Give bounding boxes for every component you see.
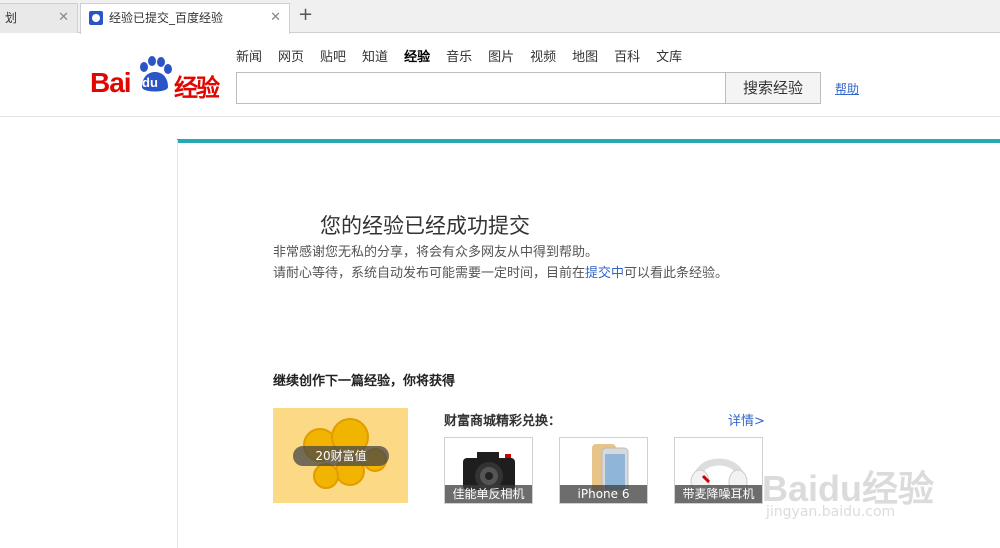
- mall-details-link[interactable]: 详情>: [728, 410, 765, 429]
- product-caption: 带麦降噪耳机: [675, 485, 762, 503]
- reward-banner[interactable]: 20财富值: [273, 408, 408, 503]
- logo-du-text: du: [142, 75, 158, 90]
- product-card-camera[interactable]: 佳能单反相机: [444, 437, 533, 504]
- nav-item-music[interactable]: 音乐: [446, 46, 472, 65]
- continue-heading: 继续创作下一篇经验，你将获得: [273, 374, 456, 389]
- nav-item-news[interactable]: 新闻: [236, 46, 262, 65]
- wait-text: 请耐心等待，系统自动发布可能需要一定时间，目前在提交中可以看此条经验。: [273, 262, 728, 281]
- product-card-iphone[interactable]: iPhone 6: [559, 437, 648, 504]
- logo-bai-text: Bai: [90, 67, 132, 98]
- wait-text-prefix: 请耐心等待，系统自动发布可能需要一定时间，目前在: [273, 266, 586, 281]
- paw-favicon-icon: [89, 11, 103, 25]
- product-card-headphones[interactable]: 带麦降噪耳机: [674, 437, 763, 504]
- page-title: 您的经验已经成功提交: [320, 214, 530, 238]
- browser-tab[interactable]: 划 ✕: [0, 3, 78, 33]
- baidu-watermark: Baidu经验 jingyan.baidu.com: [762, 440, 962, 530]
- product-caption: 佳能单反相机: [445, 485, 532, 503]
- browser-tab-active[interactable]: 经验已提交_百度经验 ✕: [80, 3, 290, 34]
- nav-item-tieba[interactable]: 贴吧: [320, 46, 346, 65]
- close-icon[interactable]: ✕: [270, 4, 281, 32]
- reward-value-label: 20财富值: [293, 446, 389, 466]
- coin-icon: [313, 463, 339, 489]
- new-tab-button[interactable]: +: [298, 4, 313, 25]
- search-button[interactable]: 搜索经验: [725, 72, 821, 104]
- tab-title: 经验已提交_百度经验: [109, 11, 224, 25]
- help-link[interactable]: 帮助: [835, 80, 859, 97]
- tab-title: 划: [5, 11, 18, 25]
- baidu-jingyan-logo[interactable]: Bai du 经验: [90, 55, 230, 102]
- nav-item-jingyan[interactable]: 经验: [404, 46, 430, 65]
- submitted-link[interactable]: 提交中: [585, 266, 624, 281]
- nav-item-baike[interactable]: 百科: [614, 46, 640, 65]
- nav-item-video[interactable]: 视频: [530, 46, 556, 65]
- nav-item-zhidao[interactable]: 知道: [362, 46, 388, 65]
- close-icon[interactable]: ✕: [58, 4, 69, 32]
- wait-text-suffix: 可以看此条经验。: [624, 266, 729, 281]
- nav-item-web[interactable]: 网页: [278, 46, 304, 65]
- header-divider: [0, 116, 1000, 117]
- product-caption: iPhone 6: [560, 485, 647, 503]
- search-input[interactable]: [236, 72, 726, 104]
- mall-title: 财富商城精彩兑换：: [444, 414, 562, 429]
- nav-item-images[interactable]: 图片: [488, 46, 514, 65]
- thanks-text: 非常感谢您无私的分享，将会有众多网友从中得到帮助。: [273, 245, 599, 260]
- browser-tab-strip: 划 ✕ 经验已提交_百度经验 ✕ +: [0, 0, 1000, 34]
- content-left-border: [177, 140, 178, 548]
- content-accent-bar: [177, 139, 1000, 143]
- watermark-url: jingyan.baidu.com: [766, 504, 896, 520]
- logo-jingyan-text: 经验: [174, 74, 220, 102]
- nav-item-map[interactable]: 地图: [572, 46, 598, 65]
- top-nav: 新闻 网页 贴吧 知道 经验 音乐 图片 视频 地图 百科 文库: [236, 46, 698, 65]
- nav-item-wenku[interactable]: 文库: [656, 46, 682, 65]
